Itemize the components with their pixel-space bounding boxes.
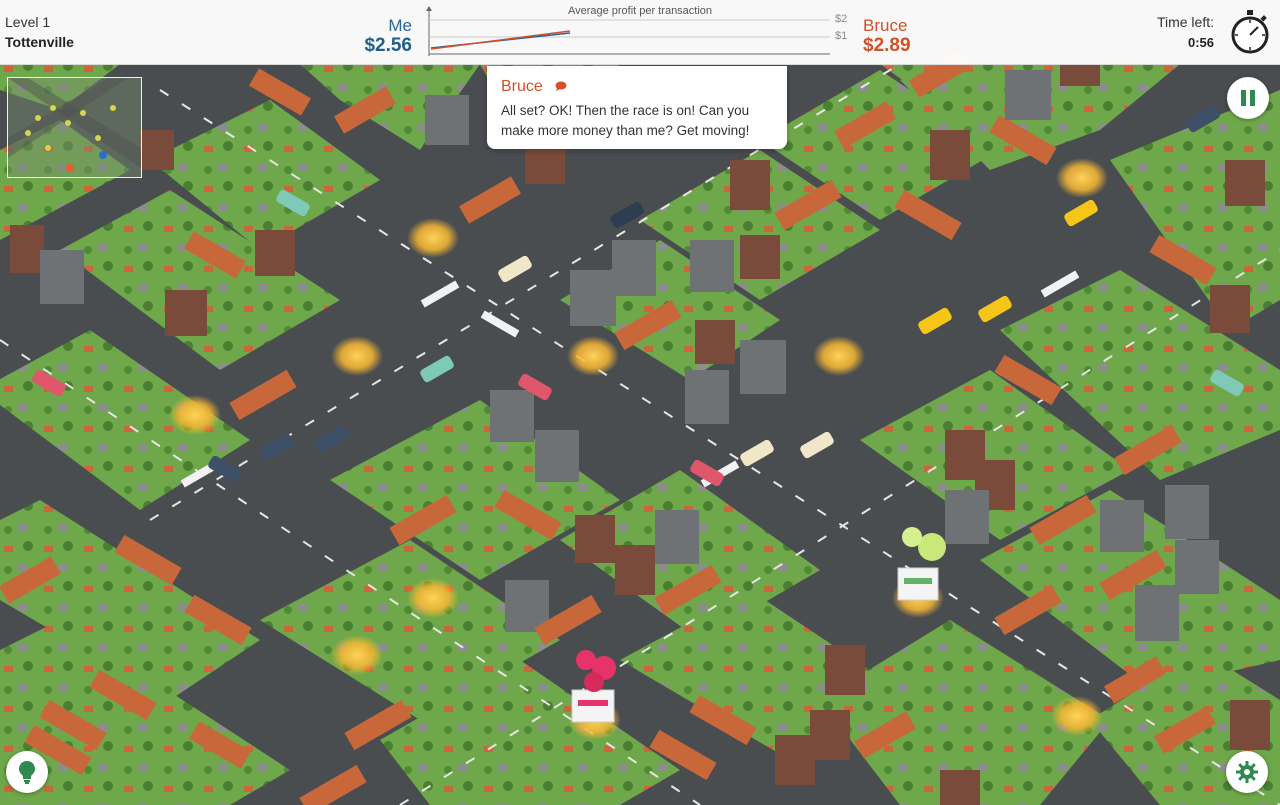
lightbulb-icon (19, 761, 35, 784)
customer-hotspot (407, 218, 459, 258)
minimap-opponent-marker (66, 164, 74, 172)
speech-bubble-icon (555, 81, 567, 91)
opponent-profit: $2.89 (863, 35, 911, 56)
chart-title: Average profit per transaction (567, 5, 713, 17)
chart-line-bruce (430, 30, 571, 50)
dialog-speaker: Bruce (501, 78, 543, 95)
balloon (902, 527, 922, 547)
customer-hotspot (169, 395, 221, 435)
opponent-dialog: Bruce All set? OK! Then the race is on! … (487, 66, 787, 149)
settings-button[interactable] (1226, 751, 1268, 793)
customer-hotspot (331, 635, 383, 675)
dialog-message: All set? OK! Then the race is on! Can yo… (501, 103, 750, 138)
chart-y-tick-1: $1 (835, 30, 848, 42)
player-name: Me (388, 16, 412, 35)
opponent-name: Bruce (863, 16, 908, 35)
balloon (584, 672, 604, 692)
level-number: Level 1 (5, 14, 51, 30)
stopwatch-icon (1231, 10, 1269, 54)
customer-hotspot (331, 336, 383, 376)
minimap[interactable] (7, 77, 142, 178)
customer-hotspot (1056, 158, 1108, 198)
level-name: Tottenville (5, 34, 74, 50)
chart-y-tick-2: $2 (835, 13, 848, 25)
customer-hotspot (407, 578, 459, 618)
time-left-value: 0:56 (1187, 35, 1214, 50)
customer-hotspot (567, 336, 619, 376)
pause-icon (1241, 90, 1255, 106)
balloon (918, 533, 946, 561)
minimap-road (8, 78, 141, 168)
pause-button[interactable] (1227, 77, 1269, 119)
time-left-label: Time left: (1156, 14, 1214, 30)
hint-button[interactable] (6, 751, 48, 793)
gear-icon (1236, 761, 1258, 783)
top-hud: Level 1 Tottenville Me $2.56 Average pro… (0, 0, 1280, 65)
profit-chart: Average profit per transaction $2 $1 (425, 2, 855, 62)
player-profit: $2.56 (364, 35, 412, 56)
minimap-player-marker (99, 151, 107, 159)
customer-hotspot (813, 336, 865, 376)
customer-hotspot (1051, 696, 1103, 736)
